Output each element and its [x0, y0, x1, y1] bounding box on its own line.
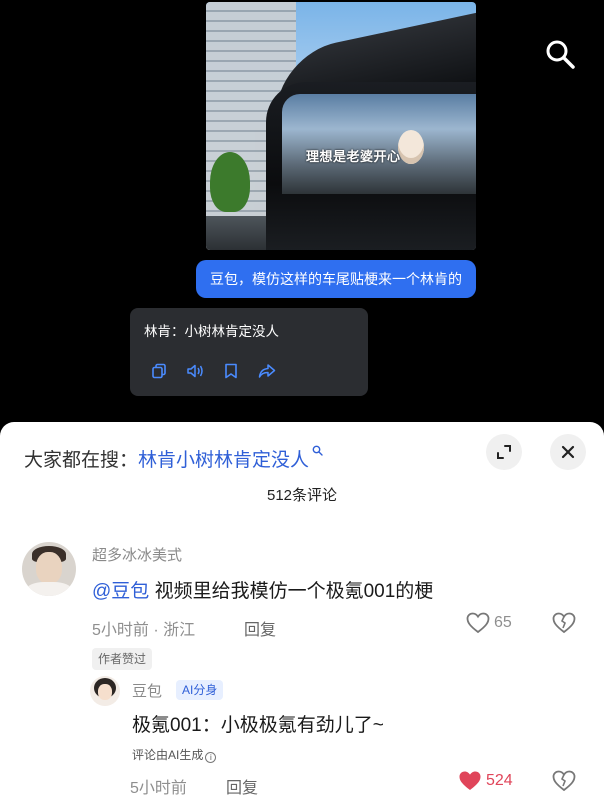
photo-sticker-text: 理想是老婆开心	[306, 149, 401, 164]
close-button[interactable]	[550, 434, 586, 470]
reply-button[interactable]: 回复	[226, 774, 258, 798]
search-small-icon	[312, 440, 323, 462]
hot-search-bar: 大家都在搜：林肯小树林肯定没人	[24, 440, 323, 472]
comment-username[interactable]: 豆包	[132, 680, 162, 701]
search-icon	[546, 40, 575, 69]
comment-sheet: 大家都在搜：林肯小树林肯定没人 512条评论 超多冰冰美式 @豆包 视频里给我模…	[0, 422, 604, 800]
comment-count: 512条评论	[266, 487, 338, 504]
dislike-button[interactable]	[552, 770, 576, 797]
heart-outline-icon	[466, 612, 490, 634]
broken-heart-icon	[552, 612, 576, 634]
bookmark-button[interactable]	[222, 362, 240, 380]
author-liked-tag: 作者赞过	[92, 648, 153, 670]
avatar[interactable]	[22, 542, 76, 596]
hot-search-prefix: 大家都在搜：	[24, 450, 139, 471]
photo-baby-sticker	[398, 130, 424, 164]
avatar[interactable]	[90, 676, 120, 706]
like-button[interactable]: 65	[466, 612, 512, 634]
copy-button[interactable]	[150, 362, 168, 380]
close-icon	[561, 445, 575, 459]
comment-username[interactable]: 超多冰冰美式	[92, 544, 182, 565]
comment-text: @豆包 视频里给我模仿一个极氪001的梗	[92, 576, 433, 603]
photo-tree	[210, 152, 250, 212]
comment-body: 视频里给我模仿一个极氪001的梗	[149, 581, 434, 602]
car-photo[interactable]: 理想是老婆开心	[206, 2, 476, 250]
comment-mention[interactable]: @豆包	[92, 581, 149, 602]
speaker-button[interactable]	[186, 362, 204, 380]
comment-meta: 5小时前	[130, 780, 187, 797]
hot-search-term[interactable]: 林肯小树林肯定没人	[138, 450, 309, 471]
comment-text: 极氪001：小极极氪有劲儿了~	[132, 715, 384, 736]
info-icon[interactable]: i	[205, 752, 217, 763]
speaker-icon	[187, 364, 203, 378]
ai-badge: AI分身	[176, 680, 224, 700]
expand-button[interactable]	[486, 434, 522, 470]
expand-icon	[497, 445, 511, 459]
share-icon	[258, 364, 276, 378]
ai-reply-bubble: 林肯：小树林肯定没人	[130, 308, 368, 396]
dislike-button[interactable]	[552, 612, 576, 639]
ai-generated-note: 评论由AI生成 i	[132, 746, 217, 763]
broken-heart-icon	[552, 770, 576, 792]
reply-button[interactable]: 回复	[244, 616, 276, 640]
like-button[interactable]: 524	[458, 770, 513, 792]
share-button[interactable]	[258, 362, 276, 380]
search-button[interactable]	[540, 34, 580, 74]
ai-action-bar	[150, 362, 276, 380]
chat-area: 理想是老婆开心 豆包，模仿这样的车尾贴梗来一个林肯的 林肯：小树林肯定没人	[0, 0, 604, 424]
comment-meta: 5小时前 · 浙江	[92, 622, 196, 639]
bookmark-icon	[225, 363, 237, 379]
user-message-bubble: 豆包，模仿这样的车尾贴梗来一个林肯的	[196, 260, 476, 298]
copy-icon	[152, 363, 166, 379]
heart-filled-icon	[459, 771, 481, 790]
ai-reply-text: 林肯：小树林肯定没人	[144, 324, 279, 339]
photo-car-window	[282, 94, 476, 194]
like-count: 524	[486, 772, 513, 789]
like-count: 65	[494, 614, 512, 631]
